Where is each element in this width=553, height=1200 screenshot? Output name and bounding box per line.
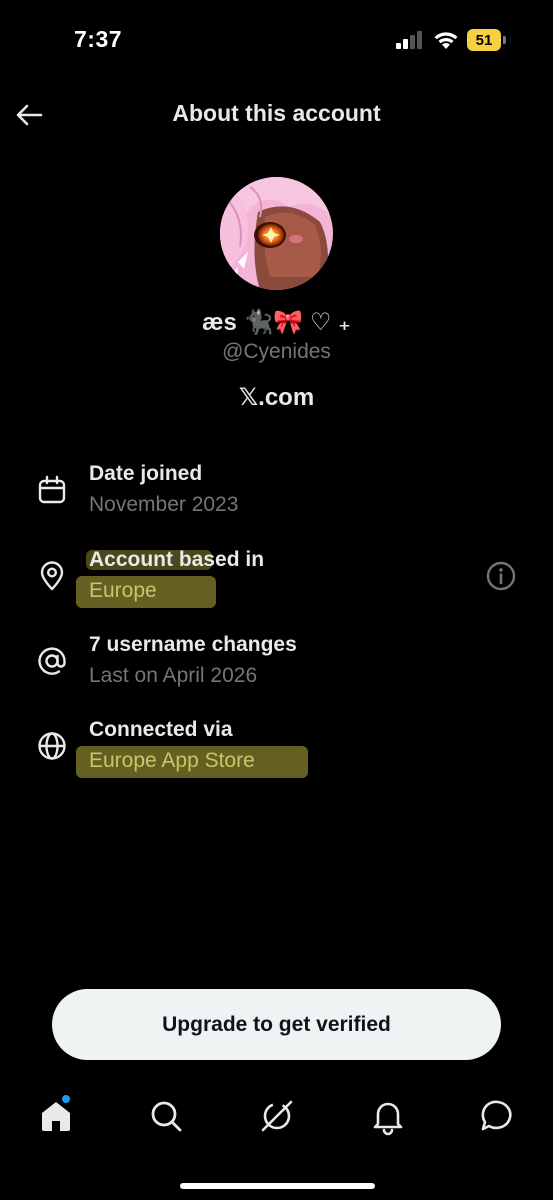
home-notification-dot bbox=[62, 1095, 70, 1103]
username-changes-row: 7 username changes Last on April 2026 bbox=[0, 633, 553, 703]
avatar-image bbox=[220, 177, 333, 290]
username-handle: @Cyenides bbox=[222, 340, 331, 363]
home-icon[interactable] bbox=[36, 1096, 76, 1136]
account-based-in-row: Account based in Europe bbox=[0, 548, 553, 618]
home-indicator[interactable] bbox=[180, 1183, 375, 1189]
upgrade-verified-button[interactable]: Upgrade to get verified bbox=[52, 989, 501, 1060]
page-title: About this account bbox=[172, 100, 381, 126]
search-icon[interactable] bbox=[146, 1096, 186, 1136]
date-joined-value: November 2023 bbox=[89, 493, 239, 516]
account-based-in-label: Account based in bbox=[89, 548, 265, 571]
globe-icon bbox=[38, 732, 66, 760]
at-sign-icon bbox=[38, 647, 66, 675]
notifications-bell-icon[interactable] bbox=[368, 1096, 408, 1136]
battery-icon: 51 bbox=[467, 29, 507, 51]
calendar-icon bbox=[38, 475, 66, 504]
username-changes-label: 7 username changes bbox=[89, 633, 297, 656]
avatar[interactable] bbox=[220, 177, 333, 290]
date-joined-label: Date joined bbox=[89, 462, 203, 485]
status-time: 7:37 bbox=[74, 26, 123, 52]
connected-via-value: Europe App Store bbox=[89, 749, 255, 772]
location-pin-icon bbox=[40, 561, 64, 591]
connected-via-row: Connected via Europe App Store bbox=[0, 718, 553, 788]
username-changes-value: Last on April 2026 bbox=[89, 664, 258, 687]
display-name: æs 🐈‍⬛🎀 ♡ ₊ bbox=[202, 309, 351, 336]
date-joined-row: Date joined November 2023 bbox=[0, 462, 553, 532]
battery-level: 51 bbox=[467, 29, 501, 51]
grok-icon[interactable] bbox=[257, 1096, 297, 1136]
info-icon[interactable] bbox=[485, 560, 517, 592]
cellular-signal-icon bbox=[396, 31, 422, 49]
account-based-in-value: Europe bbox=[89, 579, 157, 602]
about-account-screen: 7:37 51 About this account bbox=[0, 0, 553, 1200]
messages-icon[interactable] bbox=[478, 1096, 518, 1136]
site-label: 𝕏.com bbox=[238, 384, 315, 411]
wifi-icon bbox=[434, 32, 458, 49]
connected-via-label: Connected via bbox=[89, 718, 233, 741]
